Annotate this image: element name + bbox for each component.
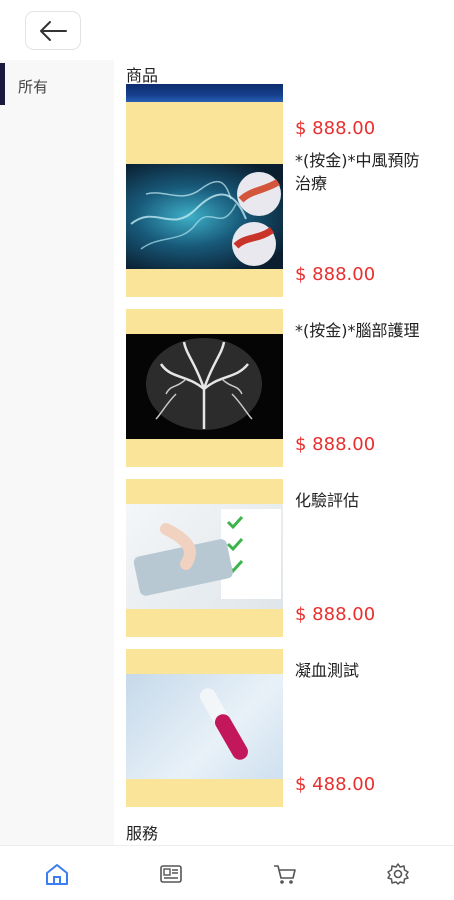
product-price: $ 888.00 (295, 264, 376, 285)
news-icon (160, 865, 182, 883)
product-thumbnail (126, 139, 283, 297)
tab-news[interactable] (156, 861, 186, 887)
settings-icon (387, 863, 409, 885)
arrow-left-icon (40, 20, 67, 41)
lab-report-illustration (133, 509, 281, 599)
tab-cart[interactable] (270, 861, 300, 887)
sidebar-active-indicator (0, 63, 5, 105)
product-image (126, 334, 283, 439)
product-price: $ 888.00 (295, 434, 376, 455)
home-icon (46, 864, 68, 885)
category-sidebar: 所有 (0, 60, 114, 845)
vessel-illustration (130, 172, 281, 266)
product-list: 商品 $ 888.00 *(按金)*中風預防治療 $ 888.00 *(按金)*… (114, 60, 454, 845)
angiogram-illustration (146, 338, 262, 430)
product-card[interactable]: *(按金)*腦部護理 $ 888.00 (126, 309, 446, 467)
tab-home[interactable] (42, 861, 72, 887)
product-name: *(按金)*中風預防治療 (295, 151, 420, 193)
product-card[interactable]: *(按金)*中風預防治療 $ 888.00 (126, 139, 446, 297)
section-title-services: 服務 (126, 824, 159, 843)
bottom-tab-bar (0, 845, 454, 900)
product-thumbnail (126, 479, 283, 637)
tab-settings[interactable] (383, 861, 413, 887)
cart-icon (274, 865, 296, 884)
product-name: 化驗評估 (295, 491, 360, 510)
product-name: *(按金)*腦部護理 (295, 321, 420, 340)
product-card[interactable]: 化驗評估 $ 888.00 (126, 479, 446, 637)
sidebar-item-all[interactable]: 所有 (0, 63, 114, 105)
blood-tube-illustration (200, 688, 248, 760)
product-price: $ 488.00 (295, 774, 376, 795)
product-image (126, 84, 283, 102)
product-price: $ 888.00 (295, 118, 376, 139)
product-thumbnail (126, 309, 283, 467)
product-image (126, 674, 283, 779)
sidebar-item-label: 所有 (18, 78, 49, 96)
product-thumbnail (126, 649, 283, 807)
product-name: 凝血測試 (295, 661, 360, 680)
section-title-products: 商品 (126, 66, 159, 85)
product-image (126, 504, 283, 609)
top-bar (0, 0, 454, 60)
product-image (126, 164, 283, 269)
product-card[interactable]: 凝血測試 $ 488.00 (126, 649, 446, 807)
product-price: $ 888.00 (295, 604, 376, 625)
back-button[interactable] (25, 11, 81, 50)
